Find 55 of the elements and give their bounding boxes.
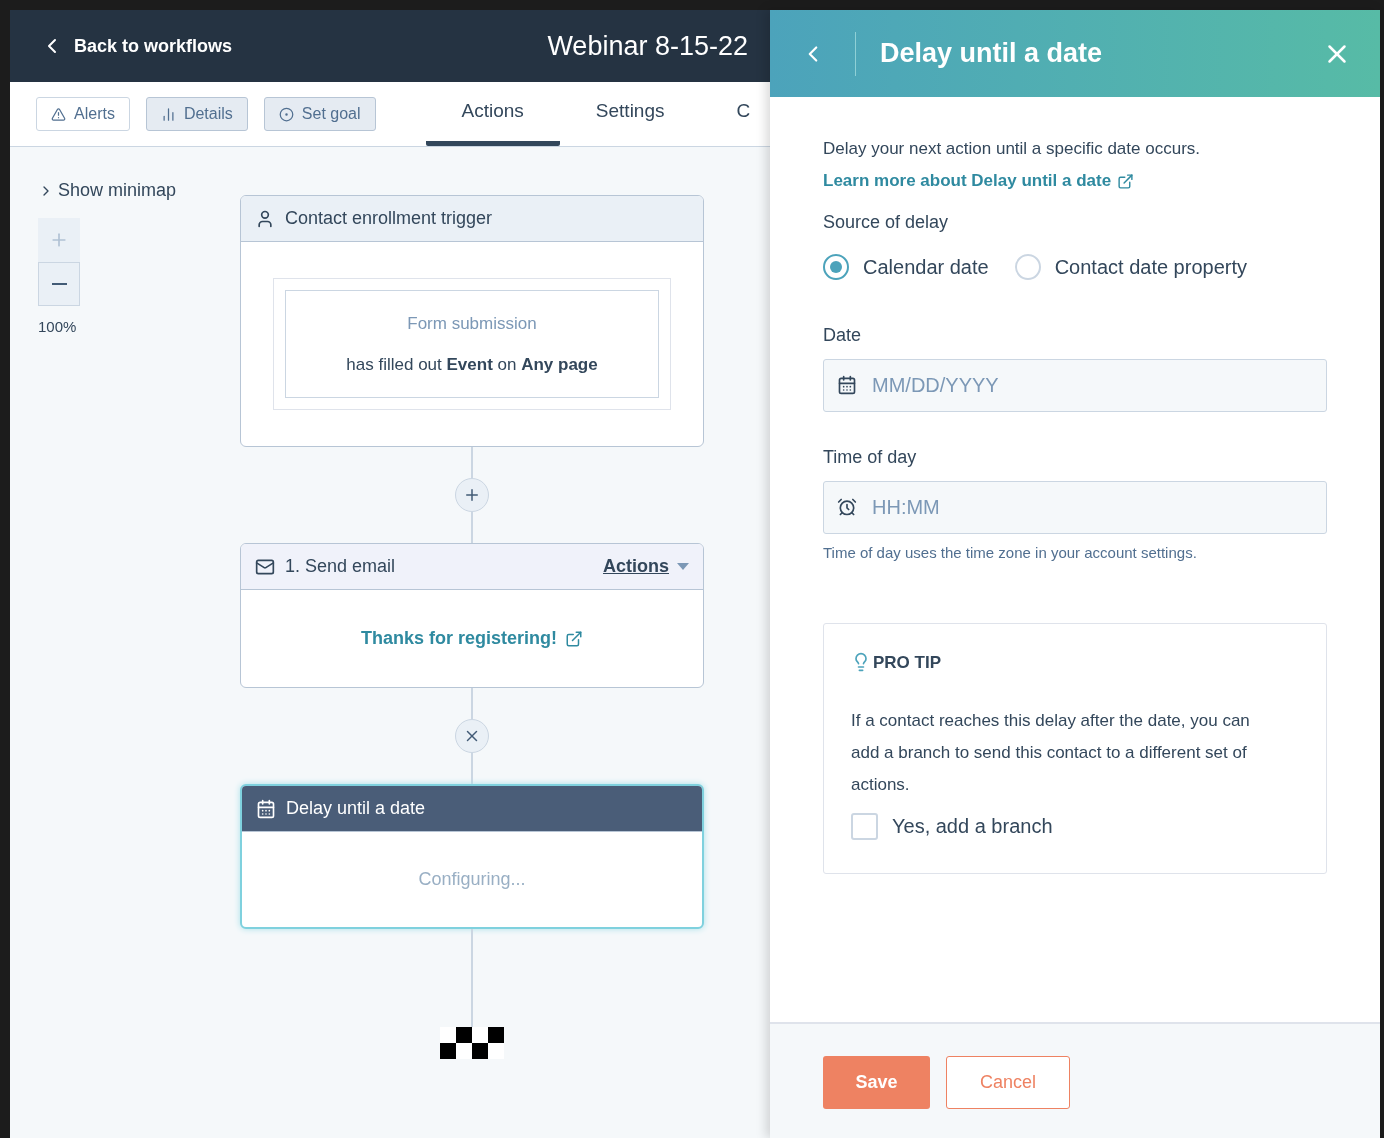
card-title: Contact enrollment trigger bbox=[285, 207, 494, 230]
alarm-clock-icon bbox=[837, 497, 857, 517]
filter-text: has filled out Event on Any page bbox=[346, 354, 598, 376]
action-card[interactable]: 1. Send email Actions Thanks for registering! bbox=[240, 543, 704, 688]
pro-tip-title: PRO TIP bbox=[873, 651, 941, 674]
calendar-icon bbox=[256, 798, 276, 819]
person-icon bbox=[255, 208, 275, 229]
tab[interactable]: Settings bbox=[559, 82, 701, 146]
field-hint: Time of day uses the time zone in your account settings. bbox=[823, 543, 1198, 563]
toolbar-button[interactable]: Set goal bbox=[263, 97, 376, 131]
add-step-button[interactable] bbox=[455, 478, 489, 512]
checkbox-label: Yes, add a branch bbox=[892, 814, 1053, 839]
date-field[interactable]: MM/DD/YYYY bbox=[823, 359, 1327, 412]
bar-chart-icon bbox=[160, 106, 176, 122]
calendar-icon bbox=[837, 375, 857, 395]
toolbar-button[interactable]: Details bbox=[145, 97, 248, 131]
actions-dropdown[interactable]: Actions bbox=[603, 553, 689, 580]
tab[interactable]: Actions bbox=[425, 82, 560, 146]
filter-title: Form submission bbox=[407, 312, 537, 335]
warning-icon bbox=[51, 106, 66, 122]
radio-option[interactable]: Calendar date bbox=[823, 252, 989, 282]
pro-tip-text: If a contact reaches this delay after the date, you can add a branch to send this contact to a different set of actions. bbox=[851, 710, 1251, 796]
remove-step-button[interactable] bbox=[455, 719, 489, 753]
filter-card[interactable]: Form submission has filled out Event on Any page bbox=[285, 290, 659, 398]
target-icon bbox=[278, 106, 294, 122]
tab[interactable]: C bbox=[700, 82, 770, 146]
panel-description: Delay your next action until a specific date occurs. Learn more about Delay until a date bbox=[823, 133, 1327, 197]
external-link-icon bbox=[565, 629, 583, 648]
card-title: Delay until a date bbox=[286, 797, 427, 820]
minus-icon bbox=[51, 283, 67, 285]
field-label: Source of delay bbox=[823, 211, 950, 234]
caret-icon bbox=[677, 563, 689, 570]
status-text: Configuring... bbox=[418, 868, 526, 891]
action-card[interactable]: Contact enrollment trigger Form submission has filled out Event on Any page bbox=[240, 195, 704, 447]
field-label: Time of day bbox=[823, 446, 918, 469]
show-minimap-toggle[interactable]: Show minimap bbox=[38, 177, 240, 204]
learn-more-link[interactable]: Learn more about Delay until a date bbox=[823, 165, 1135, 197]
radio-button[interactable] bbox=[1014, 254, 1041, 280]
external-link-icon bbox=[1117, 172, 1135, 190]
panel-title: Delay until a date bbox=[880, 37, 1104, 71]
plus-icon bbox=[463, 486, 481, 504]
finish-flag-icon bbox=[440, 1027, 504, 1059]
field-label: Date bbox=[823, 324, 863, 347]
back-link[interactable]: Back to workflows bbox=[40, 32, 233, 60]
radio-button[interactable] bbox=[823, 254, 849, 280]
checkbox[interactable] bbox=[851, 812, 878, 840]
action-card[interactable]: Delay until a date Configuring... bbox=[240, 784, 704, 929]
card-title: 1. Send email bbox=[285, 555, 397, 578]
email-link[interactable]: Thanks for registering! bbox=[361, 625, 583, 652]
zoom-level: 100% bbox=[38, 317, 78, 337]
toolbar-button[interactable]: Alerts bbox=[36, 97, 130, 131]
time-field[interactable]: HH:MM bbox=[823, 481, 1327, 534]
radio-option[interactable]: Contact date property bbox=[1014, 252, 1247, 282]
workflow-title: Webinar 8-15-22 bbox=[547, 29, 748, 63]
zoom-out-button[interactable] bbox=[38, 262, 80, 306]
